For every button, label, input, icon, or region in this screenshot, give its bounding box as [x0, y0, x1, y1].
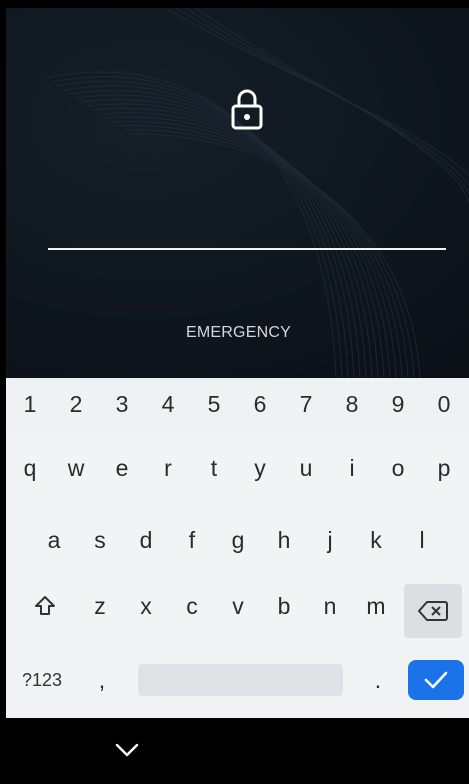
key-t[interactable]: t	[194, 442, 234, 494]
symbols-key[interactable]: ?123	[12, 654, 72, 706]
key-j[interactable]: j	[310, 514, 350, 566]
key-c[interactable]: c	[172, 580, 212, 632]
key-4[interactable]: 4	[148, 378, 188, 430]
key-k[interactable]: k	[356, 514, 396, 566]
spacebar[interactable]	[138, 664, 343, 696]
shift-icon	[35, 596, 55, 615]
key-m[interactable]: m	[356, 580, 396, 632]
key-8[interactable]: 8	[332, 378, 372, 430]
number-row: 1 2 3 4 5 6 7 8 9 0	[6, 378, 469, 430]
key-a[interactable]: a	[34, 514, 74, 566]
key-1[interactable]: 1	[10, 378, 50, 430]
onscreen-keyboard: 1 2 3 4 5 6 7 8 9 0 q w e r t y u i o p …	[6, 378, 469, 718]
period-key[interactable]: .	[358, 654, 398, 706]
wallpaper-waves	[45, 8, 469, 378]
key-q[interactable]: q	[10, 442, 50, 494]
key-s[interactable]: s	[80, 514, 120, 566]
key-5[interactable]: 5	[194, 378, 234, 430]
key-p[interactable]: p	[424, 442, 464, 494]
key-0[interactable]: 0	[424, 378, 464, 430]
key-e[interactable]: e	[102, 442, 142, 494]
key-6[interactable]: 6	[240, 378, 280, 430]
comma-key[interactable]: ,	[82, 654, 122, 706]
key-2[interactable]: 2	[56, 378, 96, 430]
lock-screen: EMERGENCY 1 2 3 4 5 6 7 8 9 0 q w e r t …	[0, 0, 469, 784]
key-i[interactable]: i	[332, 442, 372, 494]
letter-row-3: z x c v b n m	[6, 580, 469, 632]
key-d[interactable]: d	[126, 514, 166, 566]
enter-key[interactable]	[408, 660, 464, 700]
key-g[interactable]: g	[218, 514, 258, 566]
key-r[interactable]: r	[148, 442, 188, 494]
key-w[interactable]: w	[56, 442, 96, 494]
key-3[interactable]: 3	[102, 378, 142, 430]
key-n[interactable]: n	[310, 580, 350, 632]
key-o[interactable]: o	[378, 442, 418, 494]
key-b[interactable]: b	[264, 580, 304, 632]
key-h[interactable]: h	[264, 514, 304, 566]
password-field[interactable]	[48, 248, 446, 250]
checkmark-icon	[424, 671, 448, 689]
key-l[interactable]: l	[402, 514, 442, 566]
key-y[interactable]: y	[240, 442, 280, 494]
lock-icon	[231, 89, 263, 130]
backspace-key[interactable]	[404, 584, 462, 638]
letter-row-2: a s d f g h j k l	[6, 514, 469, 566]
lock-screen-background: EMERGENCY	[6, 8, 469, 378]
backspace-icon	[418, 601, 448, 621]
key-z[interactable]: z	[80, 580, 120, 632]
key-7[interactable]: 7	[286, 378, 326, 430]
key-9[interactable]: 9	[378, 378, 418, 430]
emergency-call-button[interactable]: EMERGENCY	[6, 324, 469, 342]
key-f[interactable]: f	[172, 514, 212, 566]
key-u[interactable]: u	[286, 442, 326, 494]
chevron-down-icon[interactable]	[112, 738, 142, 762]
shift-key[interactable]	[22, 580, 68, 632]
key-v[interactable]: v	[218, 580, 258, 632]
letter-row-1: q w e r t y u i o p	[6, 442, 469, 494]
key-x[interactable]: x	[126, 580, 166, 632]
navigation-bar	[0, 718, 469, 784]
